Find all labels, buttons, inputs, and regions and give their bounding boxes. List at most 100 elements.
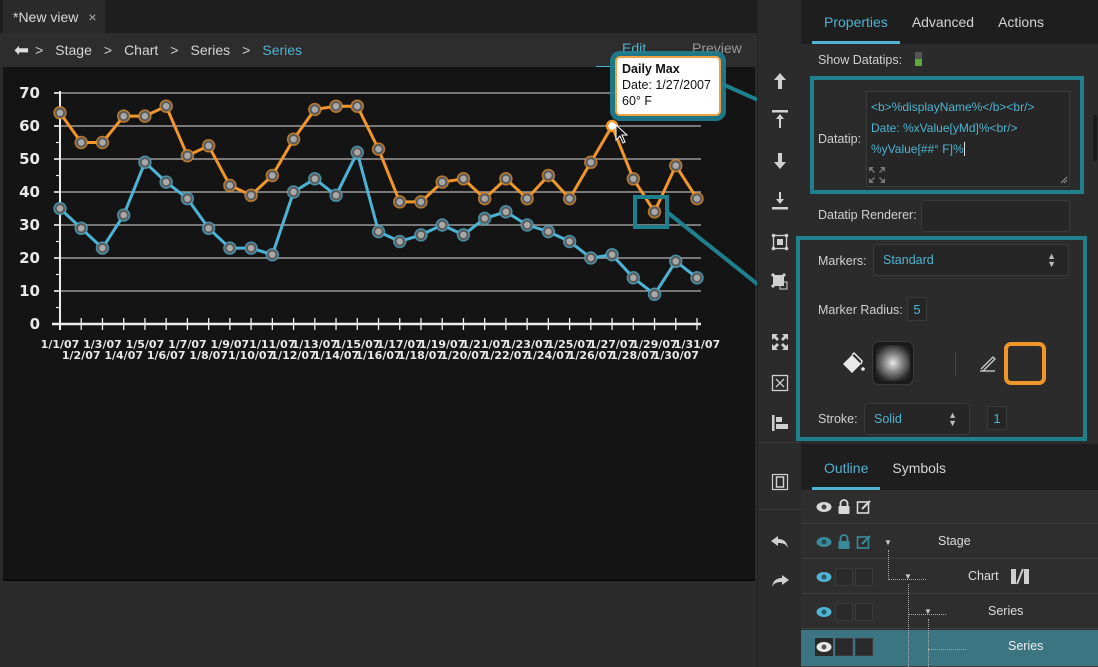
tab-actions[interactable]: Actions [986, 14, 1056, 44]
edit-toggle-empty[interactable] [855, 638, 873, 656]
text-caret [963, 142, 965, 156]
data-point-core [120, 211, 127, 219]
visibility-all-eye-icon[interactable] [815, 498, 833, 516]
breadcrumb-chart[interactable]: Chart [124, 42, 158, 58]
lock-toggle-empty[interactable] [835, 568, 853, 586]
lock-icon[interactable] [835, 533, 853, 551]
fill-color-swatch[interactable] [872, 341, 914, 385]
datatip-date: Date: 1/27/2007 [622, 78, 711, 92]
edit-all-icon[interactable] [855, 498, 873, 516]
edit-toggle-empty[interactable] [855, 568, 873, 586]
data-point-core [630, 274, 637, 281]
stroke-style-select[interactable]: Solid ▲ ▼ [864, 403, 970, 435]
tab-advanced[interactable]: Advanced [900, 14, 986, 44]
design-canvas[interactable]: 0 10 20 30 40 50 60 70 1/1/07 1/2/07 1/3/07 1/4/07 1… [3, 67, 755, 581]
data-point-core [269, 251, 276, 258]
data-point-core [311, 175, 318, 182]
visibility-eye-icon[interactable] [815, 603, 833, 621]
back-arrow-icon[interactable]: ⬅ [14, 41, 29, 59]
datatip-format-line: Date: %xValue[yMd]%<br/> [871, 121, 1018, 135]
undo-icon[interactable] [758, 527, 802, 557]
tab-outline[interactable]: Outline [812, 460, 881, 490]
marker-radius-label: Marker Radius: [818, 303, 903, 317]
visibility-eye-icon[interactable] [815, 533, 833, 551]
outline-row-chart[interactable]: ▼ Chart [801, 560, 1098, 594]
breadcrumb-series-current[interactable]: Series [262, 42, 302, 58]
data-point-core [523, 195, 531, 202]
datatip-format-textarea[interactable]: <b>%displayName%</b><br/> Date: %xValue[… [866, 91, 1070, 187]
visibility-eye-icon[interactable] [815, 638, 833, 656]
lock-toggle-empty[interactable] [835, 603, 853, 621]
y-tick-label: 50 [19, 150, 40, 168]
marker-radius-input[interactable]: 5 [907, 297, 927, 321]
bring-forward-icon[interactable] [758, 66, 802, 96]
close-icon[interactable]: × [88, 9, 96, 25]
datatip-label: Datatip: [818, 132, 862, 146]
data-point-core [460, 175, 467, 182]
data-point-core [354, 149, 361, 156]
tree-line [908, 584, 909, 667]
data-point-core [56, 205, 64, 212]
panel-scrollbar[interactable] [1093, 115, 1097, 161]
data-point-core [502, 175, 510, 182]
redo-icon[interactable] [758, 566, 802, 596]
outline-tabs: Outline Symbols [801, 444, 1098, 490]
data-point-core [226, 244, 234, 252]
markers-select[interactable]: Standard ▲ ▼ [873, 244, 1069, 276]
edit-icon[interactable] [855, 533, 873, 551]
data-point-core [417, 231, 425, 239]
data-point-core [375, 145, 382, 153]
y-tick-label: 0 [30, 315, 40, 333]
data-point-core [205, 142, 212, 149]
resize-grip-icon[interactable] [1060, 176, 1068, 184]
frame-icon[interactable] [758, 467, 802, 497]
data-point-core [502, 208, 510, 215]
send-to-back-icon[interactable] [758, 186, 802, 216]
expand-editor-icon[interactable] [868, 166, 886, 184]
tab-symbols[interactable]: Symbols [880, 460, 958, 490]
tree-line [908, 614, 946, 615]
outline-row-series-parent[interactable]: ▼ Series [801, 595, 1098, 629]
datatip-renderer-label: Datatip Renderer: [818, 208, 917, 222]
stroke-pencil-icon [980, 356, 996, 372]
data-point-core [375, 228, 382, 235]
y-tick-label: 40 [19, 183, 40, 201]
expand-triangle-icon[interactable]: ▼ [884, 538, 892, 547]
datatip-title: Daily Max [622, 62, 680, 76]
data-point-core [162, 103, 170, 110]
data-point-core [247, 192, 255, 199]
data-point-core [141, 112, 149, 120]
show-datatips-toggle[interactable] [915, 52, 922, 66]
preview-mode-button[interactable]: Preview [692, 40, 742, 56]
data-point-hovered [605, 119, 619, 133]
stroke-label: Stroke: [818, 412, 858, 426]
outline-row-stage[interactable]: ▼ Stage [801, 525, 1098, 559]
lock-all-icon[interactable] [835, 498, 853, 516]
breadcrumb-series-parent[interactable]: Series [190, 42, 230, 58]
data-point-core [608, 251, 616, 258]
datatip-renderer-input[interactable] [921, 200, 1070, 232]
breadcrumb-stage[interactable]: Stage [55, 42, 92, 58]
send-backward-icon[interactable] [758, 146, 802, 176]
tab-bar: *New view × [0, 0, 757, 33]
stroke-width-input[interactable]: 1 [987, 406, 1007, 430]
data-point-core [396, 238, 403, 245]
show-datatips-label: Show Datatips: [818, 53, 903, 67]
bring-to-front-icon[interactable] [758, 104, 802, 134]
data-point-core [247, 244, 255, 252]
outline-label: Series [988, 604, 1024, 618]
lock-toggle-empty[interactable] [835, 638, 853, 656]
edit-mode-button[interactable]: Edit [622, 40, 646, 56]
stroke-color-swatch[interactable] [1004, 342, 1046, 385]
document-tab[interactable]: *New view × [3, 0, 105, 33]
select-arrows-icon: ▲ ▼ [948, 410, 957, 428]
visibility-eye-icon[interactable] [815, 568, 833, 586]
tree-line [928, 619, 929, 667]
edit-toggle-empty[interactable] [855, 603, 873, 621]
data-point-core [587, 254, 595, 262]
data-point-core [651, 291, 658, 298]
y-tick-label: 60 [19, 117, 40, 135]
data-point-core [226, 182, 234, 189]
data-point-core [184, 195, 191, 202]
tab-properties[interactable]: Properties [812, 14, 900, 44]
